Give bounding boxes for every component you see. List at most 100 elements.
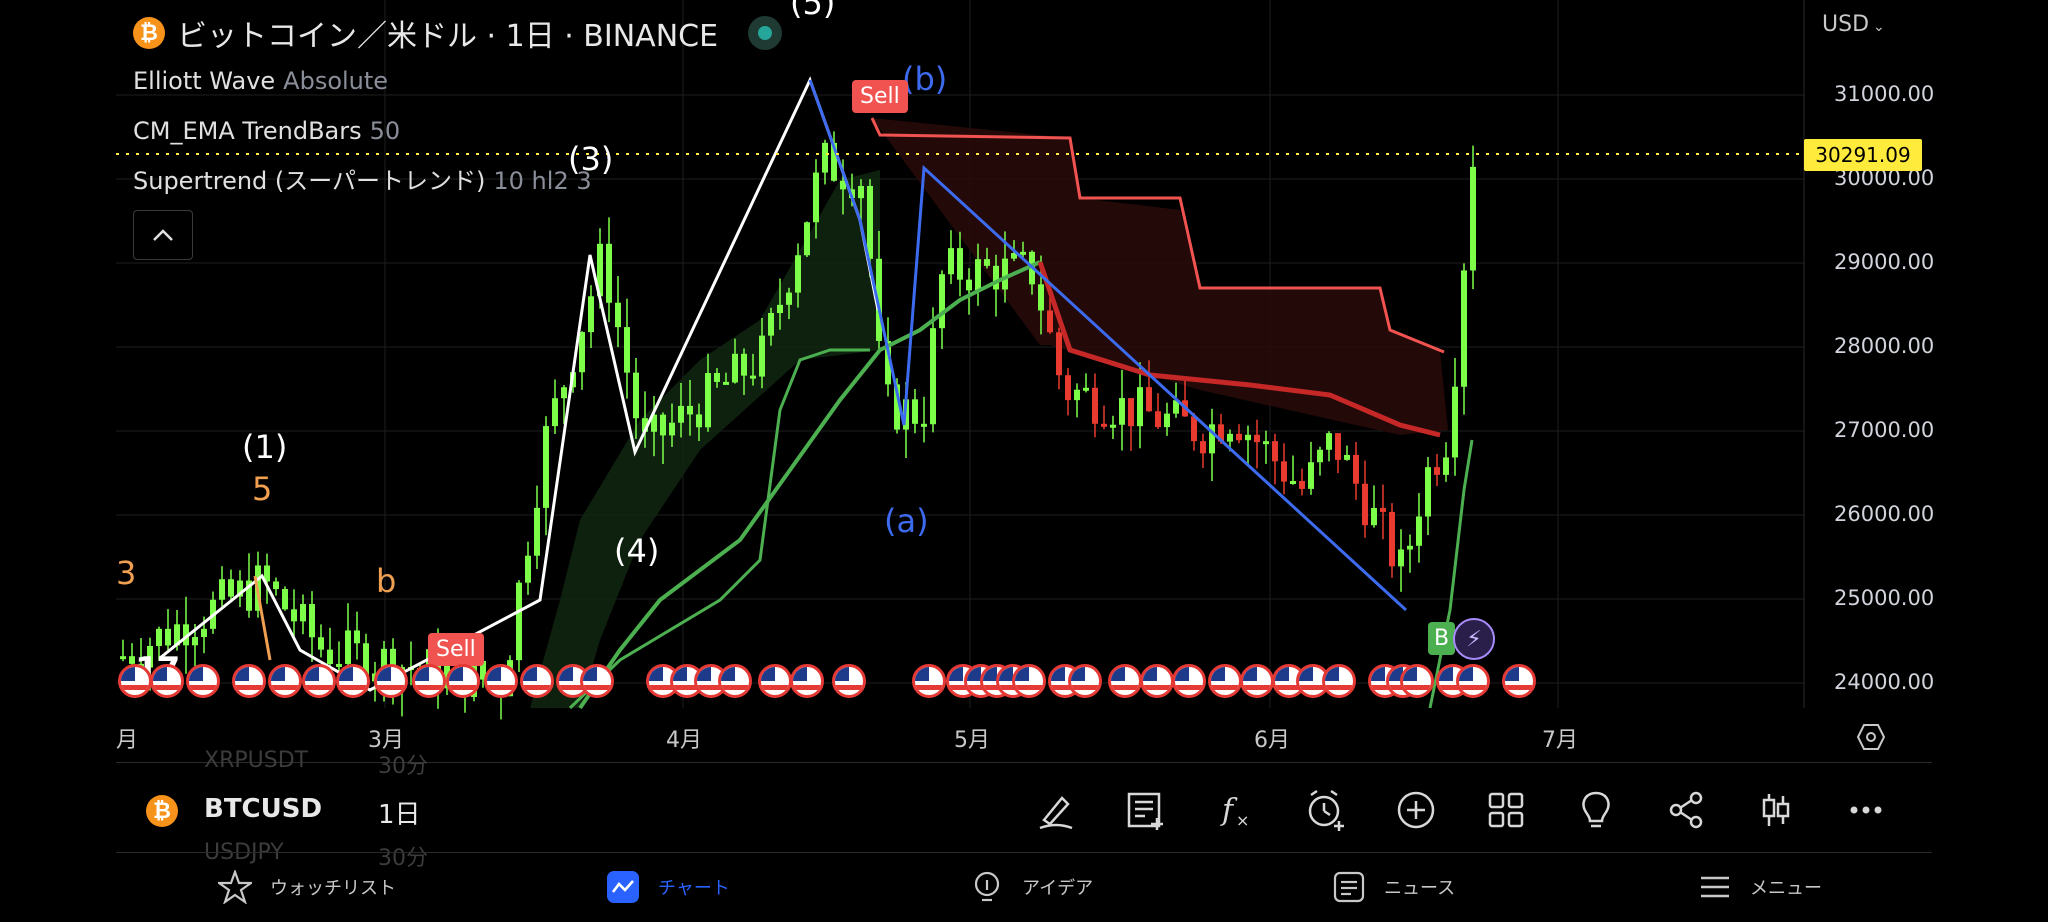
- nav-news[interactable]: ニュース: [1332, 870, 1455, 904]
- us-flag-icon[interactable]: [1456, 664, 1490, 698]
- us-flag-icon[interactable]: [336, 664, 370, 698]
- us-flag-icon[interactable]: [912, 664, 946, 698]
- candle-body: [1191, 416, 1197, 442]
- idea-bulb-icon[interactable]: [1568, 782, 1624, 838]
- indicator-elliott-wave[interactable]: Elliott Wave Absolute: [133, 56, 782, 106]
- us-flag-icon[interactable]: [268, 664, 302, 698]
- candle-body: [660, 414, 666, 436]
- candle-body: [723, 381, 729, 385]
- pencil-icon[interactable]: [1028, 782, 1084, 838]
- indicator-supertrend[interactable]: Supertrend (スーパートレンド) 10 hl2 3: [133, 156, 782, 206]
- us-flag-icon[interactable]: [718, 664, 752, 698]
- us-flag-icon[interactable]: [758, 664, 792, 698]
- candle-body: [561, 387, 567, 399]
- candle-body: [615, 302, 621, 328]
- chart-settings-icon[interactable]: [1856, 722, 1886, 752]
- add-note-icon[interactable]: [1118, 782, 1174, 838]
- plus-circle-icon[interactable]: [1388, 782, 1444, 838]
- candle-body: [813, 172, 819, 223]
- collapse-legend-button[interactable]: [133, 210, 193, 260]
- us-flag-icon[interactable]: [446, 664, 480, 698]
- candle-body: [1371, 507, 1377, 526]
- chart-icon: [607, 871, 639, 903]
- chevron-down-icon: ⌄: [1873, 19, 1885, 35]
- us-flag-icon[interactable]: [1140, 664, 1174, 698]
- more-icon[interactable]: [1838, 782, 1894, 838]
- candle-body: [1137, 387, 1143, 427]
- candle-body: [777, 304, 783, 313]
- us-flag-icon[interactable]: [1502, 664, 1536, 698]
- function-icon[interactable]: f ×: [1208, 782, 1264, 838]
- us-flag-icon[interactable]: [1012, 664, 1046, 698]
- symbol-selector[interactable]: BTCUSD: [204, 794, 322, 824]
- wave-label: (a): [884, 502, 929, 540]
- candle-body: [1101, 423, 1107, 427]
- candle-body: [1065, 375, 1071, 401]
- month-label: 7月: [1542, 728, 1578, 753]
- us-flag-icon[interactable]: [484, 664, 518, 698]
- indicator-cm-ema-trendbars[interactable]: CM_EMA TrendBars 50: [133, 106, 782, 156]
- candle-body: [984, 259, 990, 266]
- candle-body: [912, 399, 918, 424]
- us-flag-icon[interactable]: [1172, 664, 1206, 698]
- market-status-icon: [748, 16, 783, 50]
- us-flag-icon[interactable]: [1240, 664, 1274, 698]
- us-flag-icon[interactable]: [150, 664, 184, 698]
- nav-chart[interactable]: チャート: [606, 870, 730, 904]
- candle-body: [1308, 462, 1314, 489]
- nav-watchlist[interactable]: ウォッチリスト: [218, 870, 396, 904]
- nav-ideas[interactable]: アイデア: [970, 870, 1093, 904]
- indicator-name: CM_EMA TrendBars: [133, 117, 362, 145]
- alarm-add-icon[interactable]: [1298, 782, 1354, 838]
- candle-body: [975, 259, 981, 291]
- us-flag-icon[interactable]: [302, 664, 336, 698]
- wave-label: (4): [614, 532, 660, 570]
- us-flag-icon[interactable]: [580, 664, 614, 698]
- interval-selector[interactable]: 1日: [378, 794, 421, 831]
- candle-body: [822, 142, 828, 173]
- lightning-event-icon[interactable]: ⚡: [1453, 618, 1495, 660]
- us-flag-icon[interactable]: [186, 664, 220, 698]
- us-flag-icon[interactable]: [1322, 664, 1356, 698]
- currency-selector[interactable]: USD ⌄: [1822, 12, 1885, 37]
- us-flag-icon[interactable]: [832, 664, 866, 698]
- us-flag-icon[interactable]: [520, 664, 554, 698]
- us-flag-icon[interactable]: [1208, 664, 1242, 698]
- candle-body: [1236, 433, 1242, 441]
- news-icon: [1333, 871, 1365, 903]
- candle-body: [921, 423, 927, 427]
- candle-body: [1083, 387, 1089, 391]
- candle-body: [1317, 449, 1323, 463]
- candle-body: [273, 581, 279, 590]
- layout-grid-icon[interactable]: [1478, 782, 1534, 838]
- candle-body: [282, 589, 288, 610]
- nav-label: ニュース: [1384, 878, 1456, 899]
- month-label: 6月: [1254, 728, 1290, 753]
- candle-body: [120, 656, 126, 660]
- us-flag-icon[interactable]: [374, 664, 408, 698]
- symbol-title-row[interactable]: ₿ ビットコイン／米ドル · 1日 · BINANCE: [133, 10, 783, 56]
- candle-body: [1263, 441, 1269, 445]
- candle-body: [1434, 467, 1440, 475]
- candle-body: [1047, 310, 1053, 333]
- us-flag-icon[interactable]: [790, 664, 824, 698]
- candle-body: [1056, 332, 1062, 376]
- us-flag-icon[interactable]: [232, 664, 266, 698]
- us-flag-icon[interactable]: [1108, 664, 1142, 698]
- candle-type-icon[interactable]: [1748, 782, 1804, 838]
- us-flag-icon[interactable]: [118, 664, 152, 698]
- candle-body: [327, 649, 333, 664]
- us-flag-icon[interactable]: [412, 664, 446, 698]
- share-icon[interactable]: [1658, 782, 1714, 838]
- us-flag-icon[interactable]: [1400, 664, 1434, 698]
- candle-body: [687, 405, 693, 415]
- bottom-nav: ウォッチリスト チャート アイデア ニュース メニュー: [0, 852, 2048, 922]
- month-label: 月: [116, 728, 139, 753]
- symbol-toolbar: XRPUSDT 30分 USDJPY 30分 ₿ BTCUSD 1日 f ×: [116, 748, 1932, 871]
- nav-label: ウォッチリスト: [270, 878, 396, 899]
- nav-menu[interactable]: メニュー: [1698, 870, 1822, 904]
- wave-label: 5: [252, 470, 273, 508]
- candle-body: [318, 637, 324, 650]
- us-flag-icon[interactable]: [1068, 664, 1102, 698]
- price-label: 27000.00: [1834, 418, 1935, 442]
